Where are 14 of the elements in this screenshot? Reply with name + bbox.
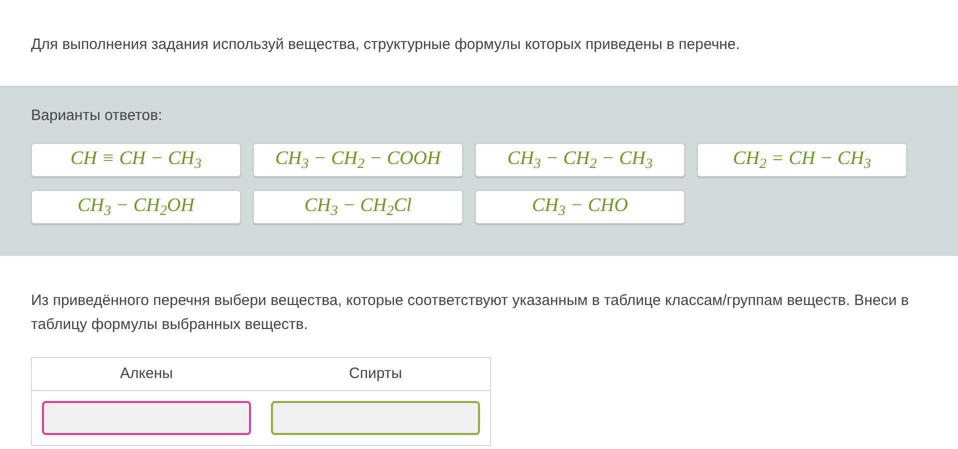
options-title: Варианты ответов:	[31, 106, 164, 126]
formula-option[interactable]: CH$_{2}$ = CH − CH$_{3}$	[697, 142, 907, 176]
formula-option[interactable]: CH$_{3}$ − CH$_{2}$ − COOH	[253, 142, 463, 176]
column-heading: Спирты	[348, 364, 403, 384]
drop-field[interactable]	[42, 401, 251, 435]
formula-option[interactable]: CH$_{3}$ − CH$_{2}$ − CH$_{3}$	[475, 142, 685, 176]
formula-option[interactable]: CH$_{3}$ − CHO	[475, 190, 685, 224]
column-heading: Алкены	[119, 364, 174, 384]
question-text: Из приведённого перечня выбери вещества, которые соответствуют указанным в таблице классам/группам веществ. Внеси в таблицу формулы выбранных веществ.	[31, 291, 910, 335]
instruction-text: Для выполнения задания используй вещества, структурные формулы которых приведены в перечне.	[31, 35, 741, 55]
formula-option[interactable]: CH$_{3}$ − CH$_{2}$Cl	[253, 190, 463, 224]
formula-option[interactable]: CH$_{3}$ − CH$_{2}$OH	[31, 190, 241, 224]
drop-field[interactable]	[271, 401, 480, 435]
formula-option[interactable]: CH ≡ CH − CH$_{3}$	[31, 142, 241, 176]
